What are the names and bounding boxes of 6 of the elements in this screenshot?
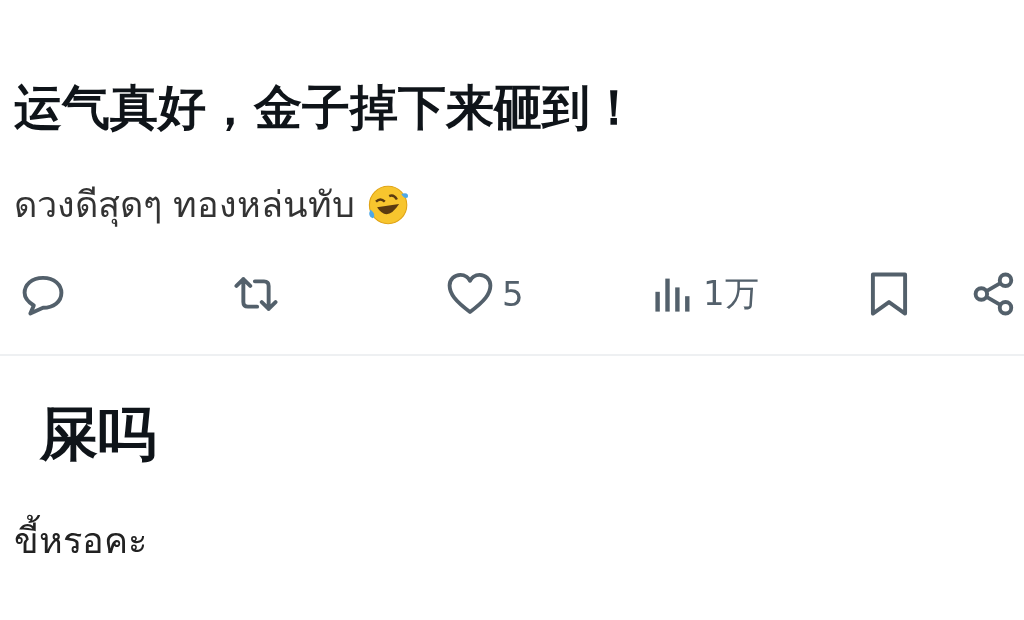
reply-translation-text: ขี้หรอคะ xyxy=(14,516,1024,566)
like-count: 5 xyxy=(502,274,524,314)
translation-text: ดวงดีสุดๆ ทองหล่นทับ xyxy=(14,183,356,229)
view-count: 1万 xyxy=(703,272,759,315)
reply-text: 屎吗 xyxy=(40,399,157,470)
post-text: 运气真好，金子掉下来砸到！ xyxy=(14,78,639,137)
